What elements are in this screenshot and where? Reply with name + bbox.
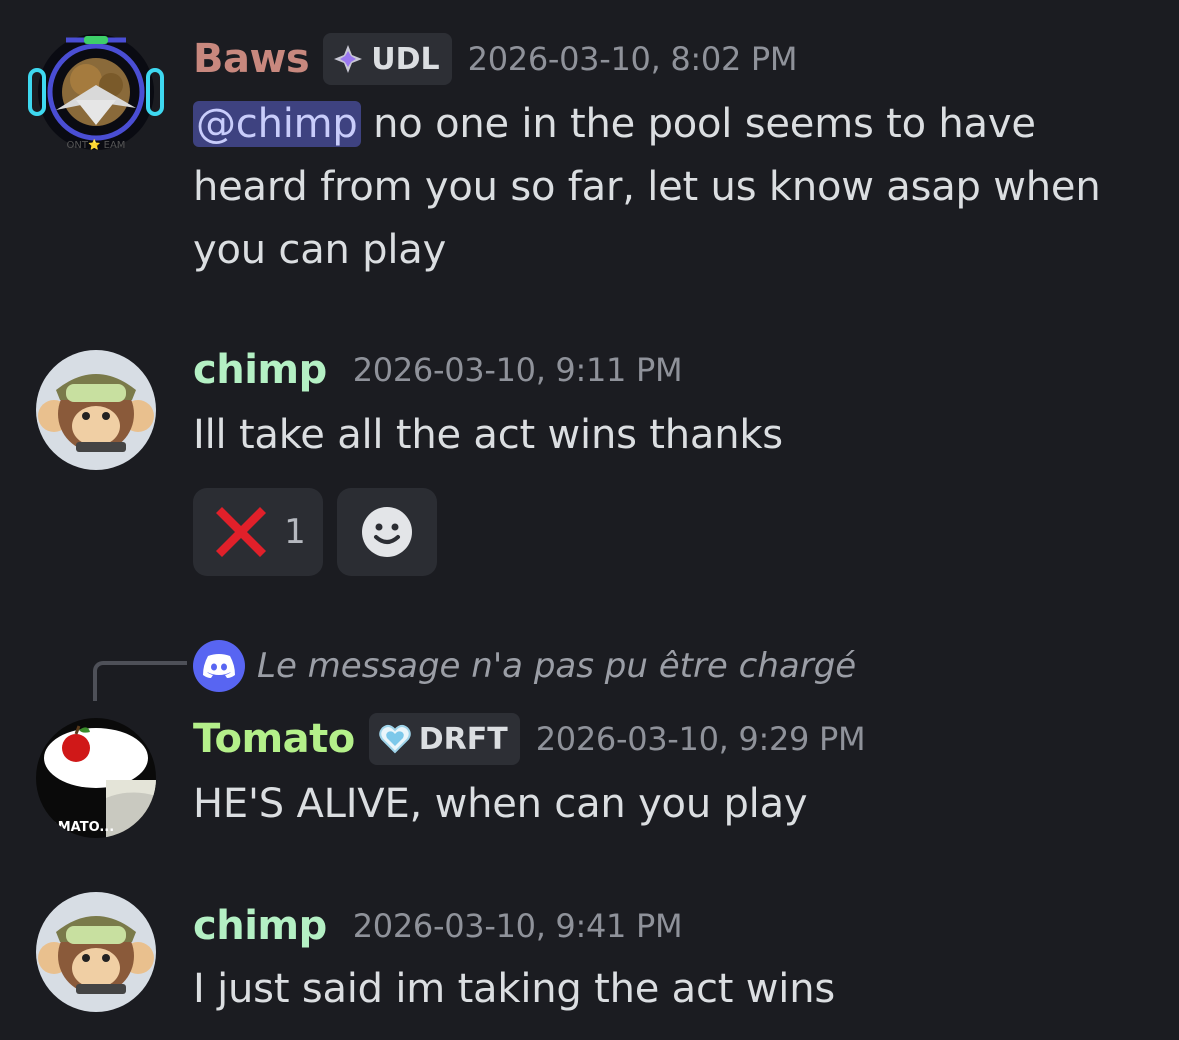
username[interactable]: chimp	[193, 906, 327, 946]
team-logo-icon: ONT⭐ EAM	[28, 34, 164, 151]
avatar[interactable]: TOMATO...	[36, 718, 156, 838]
message-text: I just said im taking the act wins	[193, 966, 835, 1012]
message-content: @chimp no one in the pool seems to have …	[193, 93, 1133, 282]
role-badge[interactable]: DRFT	[368, 713, 520, 765]
avatar[interactable]	[36, 892, 156, 1012]
message-content: Ill take all the act wins thanks	[193, 404, 1133, 467]
role-badge-label: UDL	[371, 41, 440, 77]
add-reaction-icon	[362, 507, 412, 557]
svg-text:ONT⭐ EAM: ONT⭐ EAM	[67, 138, 126, 151]
message-header: Baws UDL 2026-03-10, 8:02 PM	[193, 33, 798, 85]
username[interactable]: Baws	[193, 39, 310, 79]
heart-icon	[378, 724, 411, 754]
avatar[interactable]	[36, 350, 156, 470]
message-header: chimp 2026-03-10, 9:41 PM	[193, 906, 683, 946]
role-badge-label: DRFT	[418, 721, 508, 757]
diamond-star-icon	[334, 45, 363, 73]
message-header: chimp 2026-03-10, 9:11 PM	[193, 350, 683, 390]
user-mention[interactable]: @chimp	[193, 101, 361, 147]
tomato-avatar-icon: TOMATO...	[36, 718, 156, 838]
monkey-avatar-icon	[36, 350, 156, 470]
reply-reference[interactable]: Le message n'a pas pu être chargé	[193, 640, 856, 692]
username[interactable]: Tomato	[193, 719, 355, 759]
timestamp: 2026-03-10, 8:02 PM	[467, 40, 798, 78]
cross-mark-icon	[216, 507, 267, 557]
username[interactable]: chimp	[193, 350, 327, 390]
message-header: Tomato DRFT 2026-03-10, 9:29 PM	[193, 713, 866, 765]
role-badge[interactable]: UDL	[323, 33, 452, 85]
message-text: HE'S ALIVE, when can you play	[193, 781, 808, 827]
reply-text: Le message n'a pas pu être chargé	[257, 646, 857, 686]
timestamp: 2026-03-10, 9:11 PM	[352, 351, 683, 389]
monkey-avatar-icon	[36, 892, 156, 1012]
svg-text:TOMATO...: TOMATO...	[38, 820, 114, 835]
avatar[interactable]: ONT⭐ EAM	[26, 30, 166, 170]
reaction-count: 1	[284, 512, 306, 552]
discord-icon	[193, 640, 245, 692]
message-content: HE'S ALIVE, when can you play	[193, 773, 1133, 836]
message-content: I just said im taking the act wins	[193, 958, 1133, 1021]
reaction-cross-mark[interactable]: 1	[193, 488, 323, 576]
reply-connector	[93, 661, 187, 701]
add-reaction-button[interactable]	[337, 488, 437, 576]
reactions-bar: 1	[193, 488, 437, 576]
timestamp: 2026-03-10, 9:29 PM	[535, 720, 866, 758]
chat-message-list: ONT⭐ EAM Baws UDL 2026-03-10, 8:02 PM @c…	[0, 0, 1179, 1040]
timestamp: 2026-03-10, 9:41 PM	[352, 907, 683, 945]
message-text: Ill take all the act wins thanks	[193, 412, 783, 458]
